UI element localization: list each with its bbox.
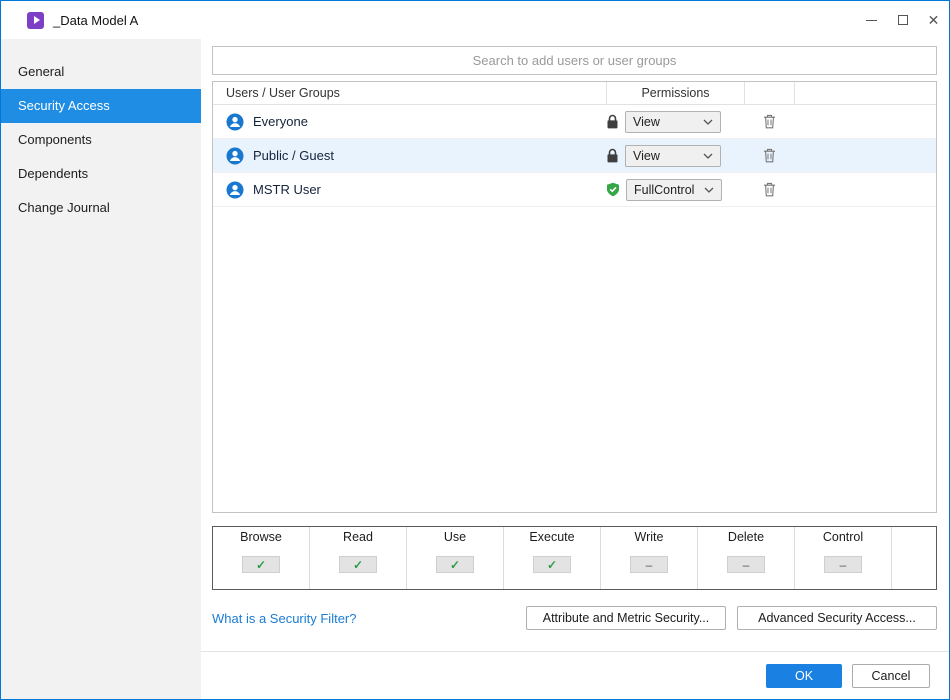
- trash-icon: [763, 148, 776, 163]
- chevron-down-icon: [703, 153, 713, 159]
- ok-button[interactable]: OK: [766, 664, 842, 688]
- minimize-icon: [866, 20, 877, 21]
- dialog-actions: OK Cancel: [212, 652, 937, 699]
- users-table: Users / User Groups Permissions Everyone: [212, 81, 937, 513]
- cancel-button[interactable]: Cancel: [852, 664, 930, 688]
- column-header-users: Users / User Groups: [213, 82, 606, 104]
- shield-check-icon: [606, 182, 620, 197]
- titlebar: _Data Model A ✕: [1, 1, 949, 39]
- app-icon: [27, 12, 44, 29]
- matrix-column-use: Use ✓: [407, 527, 504, 589]
- matrix-label: Delete: [728, 530, 764, 546]
- permission-value: View: [633, 115, 660, 129]
- footer-row: What is a Security Filter? Attribute and…: [212, 606, 937, 630]
- column-header-extra: [794, 82, 936, 104]
- trash-icon: [763, 114, 776, 129]
- attribute-metric-security-button[interactable]: Attribute and Metric Security...: [526, 606, 726, 630]
- user-icon: [226, 181, 244, 199]
- user-group-icon: [226, 147, 244, 165]
- permission-toggle-use[interactable]: ✓: [436, 556, 474, 573]
- sidebar: General Security Access Components Depen…: [1, 39, 201, 699]
- delete-user-button[interactable]: [761, 112, 778, 131]
- matrix-label: Write: [635, 530, 664, 546]
- matrix-column-control: Control –: [795, 527, 892, 589]
- permission-value: FullControl: [634, 183, 694, 197]
- sidebar-item-components[interactable]: Components: [1, 123, 201, 157]
- user-name: MSTR User: [253, 182, 321, 197]
- sidebar-item-general[interactable]: General: [1, 55, 201, 89]
- user-name-cell: Everyone: [213, 113, 606, 131]
- column-header-delete: [744, 82, 794, 104]
- minimize-button[interactable]: [856, 1, 887, 39]
- chevron-down-icon: [704, 187, 714, 193]
- advanced-security-access-button[interactable]: Advanced Security Access...: [737, 606, 937, 630]
- matrix-column-write: Write –: [601, 527, 698, 589]
- matrix-label: Use: [444, 530, 466, 546]
- user-row-mstr-user[interactable]: MSTR User FullControl: [213, 173, 936, 207]
- permission-toggle-read[interactable]: ✓: [339, 556, 377, 573]
- matrix-column-browse: Browse ✓: [213, 527, 310, 589]
- column-header-permissions: Permissions: [606, 82, 744, 104]
- lock-icon: [606, 114, 619, 129]
- window-controls: ✕: [856, 1, 949, 39]
- permission-dropdown[interactable]: View: [625, 145, 721, 167]
- chevron-down-icon: [703, 119, 713, 125]
- permission-toggle-write[interactable]: –: [630, 556, 668, 573]
- dialog-window: _Data Model A ✕ General Security Access …: [0, 0, 950, 700]
- user-row-everyone[interactable]: Everyone View: [213, 105, 936, 139]
- user-name: Public / Guest: [253, 148, 334, 163]
- permission-toggle-browse[interactable]: ✓: [242, 556, 280, 573]
- close-button[interactable]: ✕: [918, 1, 949, 39]
- user-group-icon: [226, 113, 244, 131]
- main-panel: Users / User Groups Permissions Everyone: [201, 39, 949, 699]
- window-title: _Data Model A: [53, 13, 138, 28]
- maximize-button[interactable]: [887, 1, 918, 39]
- matrix-label: Control: [823, 530, 863, 546]
- sidebar-item-security-access[interactable]: Security Access: [1, 89, 201, 123]
- permission-toggle-delete[interactable]: –: [727, 556, 765, 573]
- permission-value: View: [633, 149, 660, 163]
- matrix-label: Execute: [529, 530, 574, 546]
- matrix-label: Read: [343, 530, 373, 546]
- delete-user-button[interactable]: [761, 146, 778, 165]
- permission-dropdown[interactable]: FullControl: [626, 179, 722, 201]
- sidebar-item-change-journal[interactable]: Change Journal: [1, 191, 201, 225]
- permission-toggle-control[interactable]: –: [824, 556, 862, 573]
- close-icon: ✕: [928, 13, 940, 27]
- user-row-public-guest[interactable]: Public / Guest View: [213, 139, 936, 173]
- matrix-label: Browse: [240, 530, 282, 546]
- sidebar-item-dependents[interactable]: Dependents: [1, 157, 201, 191]
- user-name: Everyone: [253, 114, 308, 129]
- trash-icon: [763, 182, 776, 197]
- maximize-icon: [898, 15, 908, 25]
- matrix-column-read: Read ✓: [310, 527, 407, 589]
- search-input[interactable]: [212, 46, 937, 75]
- lock-icon: [606, 148, 619, 163]
- delete-user-button[interactable]: [761, 180, 778, 199]
- matrix-column-execute: Execute ✓: [504, 527, 601, 589]
- permission-dropdown[interactable]: View: [625, 111, 721, 133]
- user-name-cell: Public / Guest: [213, 147, 606, 165]
- users-table-header: Users / User Groups Permissions: [213, 82, 936, 105]
- matrix-column-empty: [892, 527, 936, 589]
- security-filter-link[interactable]: What is a Security Filter?: [212, 611, 357, 626]
- user-name-cell: MSTR User: [213, 181, 606, 199]
- permission-toggle-execute[interactable]: ✓: [533, 556, 571, 573]
- matrix-column-delete: Delete –: [698, 527, 795, 589]
- permissions-matrix: Browse ✓ Read ✓ Use ✓ Execute ✓ Write: [212, 526, 937, 590]
